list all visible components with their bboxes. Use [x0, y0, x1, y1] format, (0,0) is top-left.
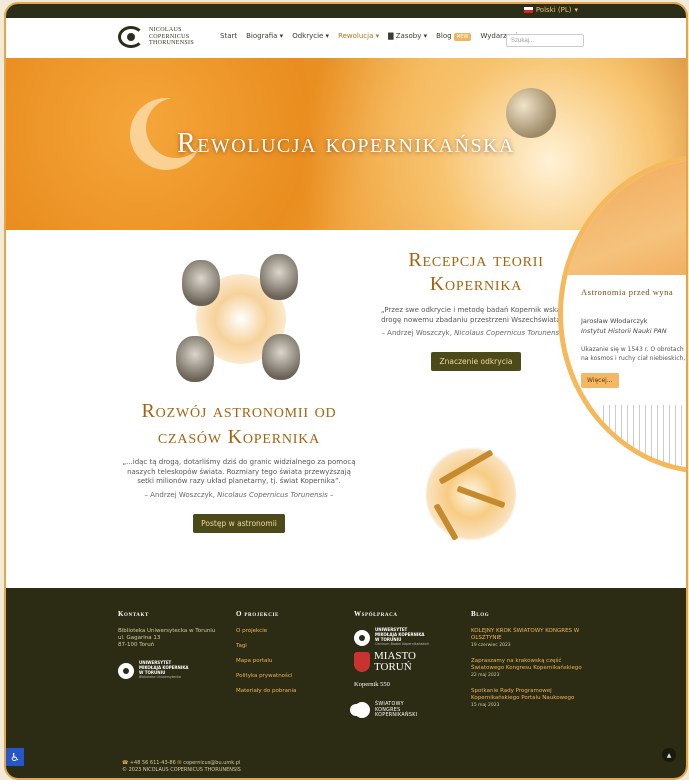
article-title: Astronomia przed wyna — [581, 287, 674, 297]
hero-title: Rewolucja kopernikańska — [177, 128, 515, 159]
logo-text: NICOLAUS COPERNICUS THORUNENSIS — [149, 27, 194, 47]
address-line: ul. Gagarina 13 — [118, 635, 161, 641]
top-strip: Polski (PL) ▾ — [6, 4, 686, 18]
torun-city-logo[interactable]: MIASTO TORUŃ — [354, 651, 464, 673]
footer-link-mapa[interactable]: Mapa portalu — [236, 658, 346, 664]
scroll-to-top-button[interactable]: ▲ — [662, 748, 676, 762]
blog-post[interactable]: Zapraszamy na krakowską część Światowego… — [471, 658, 591, 678]
article-institution: Instytut Historii Nauki PAN — [581, 327, 667, 335]
main-navigation: NICOLAUS COPERNICUS THORUNENSIS Start Bi… — [6, 18, 686, 58]
blog-post[interactable]: Spotkanie Rady Programowej Kopernikański… — [471, 688, 591, 708]
footer-link-o-projekcie[interactable]: O projekcie — [236, 628, 346, 634]
more-button[interactable]: Więcej... — [581, 373, 619, 388]
search-input[interactable]: Szukaj... — [506, 34, 584, 47]
reception-section: Recepcja teorii Kopernika „Przez swe odk… — [376, 248, 576, 371]
magnifier-overlay: Astronomia przed wyna Jarosław Włodarczy… — [558, 154, 686, 474]
article-author: Jarosław Włodarczyk — [581, 317, 648, 325]
language-label: Polski (PL) — [535, 6, 572, 14]
quote-text: „...idąc tą drogą, dotarliśmy dziś do gr… — [122, 458, 356, 485]
site-footer: ♿ Kontakt Biblioteka Uniwersytecka w Tor… — [6, 588, 686, 778]
logo-icon — [118, 26, 144, 48]
umk-library-logo[interactable]: UNIWERSYTET MIKOŁAJA KOPERNIKA W TORUNIU… — [118, 660, 228, 680]
new-badge: NEW — [453, 33, 472, 41]
footer-link-materialy[interactable]: Materiały do pobrania — [236, 688, 346, 694]
nav-item-rewolucja[interactable]: Rewolucja ▾ — [338, 32, 379, 40]
library-icon: ▇ — [388, 32, 394, 40]
astronomer-portraits-image — [176, 254, 306, 384]
browser-window: Polski (PL) ▾ NICOLAUS COPERNICUS THORUN… — [6, 4, 686, 778]
portrait — [260, 254, 298, 300]
chevron-up-icon: ▲ — [666, 751, 672, 759]
portrait — [176, 336, 214, 382]
site-logo[interactable]: NICOLAUS COPERNICUS THORUNENSIS — [118, 26, 194, 48]
footer-contact: Kontakt Biblioteka Uniwersytecka w Torun… — [118, 610, 228, 680]
discovery-meaning-button[interactable]: Znaczenie odkrycia — [431, 352, 521, 371]
poland-flag-icon — [523, 7, 533, 13]
footer-project: O projekcie O projekcie Tagi Mapa portal… — [236, 610, 346, 703]
nav-item-zasoby[interactable]: ▇ Zasoby ▾ — [388, 32, 427, 40]
copyright: © 2023 NICOLAUS COPERNICUS THORUNENSIS — [122, 767, 241, 773]
astronomy-development-section: Rozwój astronomii od czasów Kopernika „.… — [122, 398, 356, 533]
manuscript-illustration — [563, 159, 686, 275]
umk-center-logo[interactable]: UNIWERSYTET MIKOŁAJA KOPERNIKA W TORUNIU… — [354, 627, 464, 647]
portrait — [262, 334, 300, 380]
quote-author: – Andrzej Woszczyk, Nicolaus Copernicus … — [144, 490, 334, 499]
email-icon: ✉ — [177, 760, 182, 766]
chevron-down-icon: ▾ — [574, 6, 578, 14]
nav-item-biografia[interactable]: Biografia ▾ — [246, 32, 283, 40]
city-crest-icon — [354, 652, 370, 673]
footer-heading: Współpraca — [354, 610, 398, 618]
footer-bottom: ☎ +48 56 611-43-86 ✉ copernicus@bu.umk.p… — [122, 760, 241, 774]
footer-link-polityka[interactable]: Polityka prywatności — [236, 673, 346, 679]
umk-logo-icon — [354, 629, 370, 646]
accessibility-icon[interactable]: ♿ — [6, 748, 24, 766]
umk-logo-icon — [118, 662, 134, 679]
section-title: Rozwój astronomii od czasów Kopernika — [141, 400, 337, 448]
page-frame: Polski (PL) ▾ NICOLAUS COPERNICUS THORUN… — [0, 0, 689, 780]
astronomy-progress-button[interactable]: Postęp w astronomii — [193, 513, 285, 533]
phone-icon: ☎ — [122, 760, 129, 766]
footer-link-tagi[interactable]: Tagi — [236, 643, 346, 649]
menu: Start Biografia ▾ Odkrycie ▾ Rewolucja ▾… — [220, 32, 527, 41]
footer-heading: Blog — [471, 610, 490, 618]
footer-heading: O projekcie — [236, 610, 279, 618]
quote-text: „Przez swe odkrycie i metodę badań Koper… — [381, 306, 571, 324]
email-address[interactable]: copernicus@bu.umk.pl — [183, 760, 240, 766]
portrait — [182, 260, 220, 306]
nav-item-odkrycie[interactable]: Odkrycie ▾ — [292, 32, 329, 40]
footer-blog: Blog KOLEJNY KROK ŚWIATOWY KONGRES W OLS… — [471, 610, 591, 718]
phone-number[interactable]: +48 56 611-43-86 — [130, 760, 176, 766]
nav-item-blog[interactable]: Blog NEW — [436, 32, 472, 41]
blog-post[interactable]: KOLEJNY KROK ŚWIATOWY KONGRES W OLSZTYNI… — [471, 628, 591, 648]
kopernik-550-label: Kopernik 550 — [354, 681, 390, 689]
footer-cooperation: Współpraca UNIWERSYTET MIKOŁAJA KOPERNIK… — [354, 610, 464, 719]
telescopes-image — [416, 424, 526, 564]
address-line: Biblioteka Uniwersytecka w Toruniu — [118, 628, 216, 634]
language-switcher[interactable]: Polski (PL) ▾ — [523, 6, 578, 14]
manuscript-scan-image — [603, 405, 686, 465]
section-title: Recepcja teorii Kopernika — [408, 249, 544, 295]
footer-heading: Kontakt — [118, 610, 149, 618]
article-excerpt: Ukazanie się w 1543 r. O obrotach K na k… — [581, 346, 686, 362]
address-line: 87-100 Toruń — [118, 642, 155, 648]
nav-item-start[interactable]: Start — [220, 32, 237, 40]
congress-logo-icon — [354, 702, 370, 719]
world-congress-logo[interactable]: ŚWIATOWY KONGRES KOPERNIKAŃSKI — [354, 702, 464, 719]
quote-author: – Andrzej Woszczyk, Nicolaus Copernicus … — [381, 329, 571, 337]
